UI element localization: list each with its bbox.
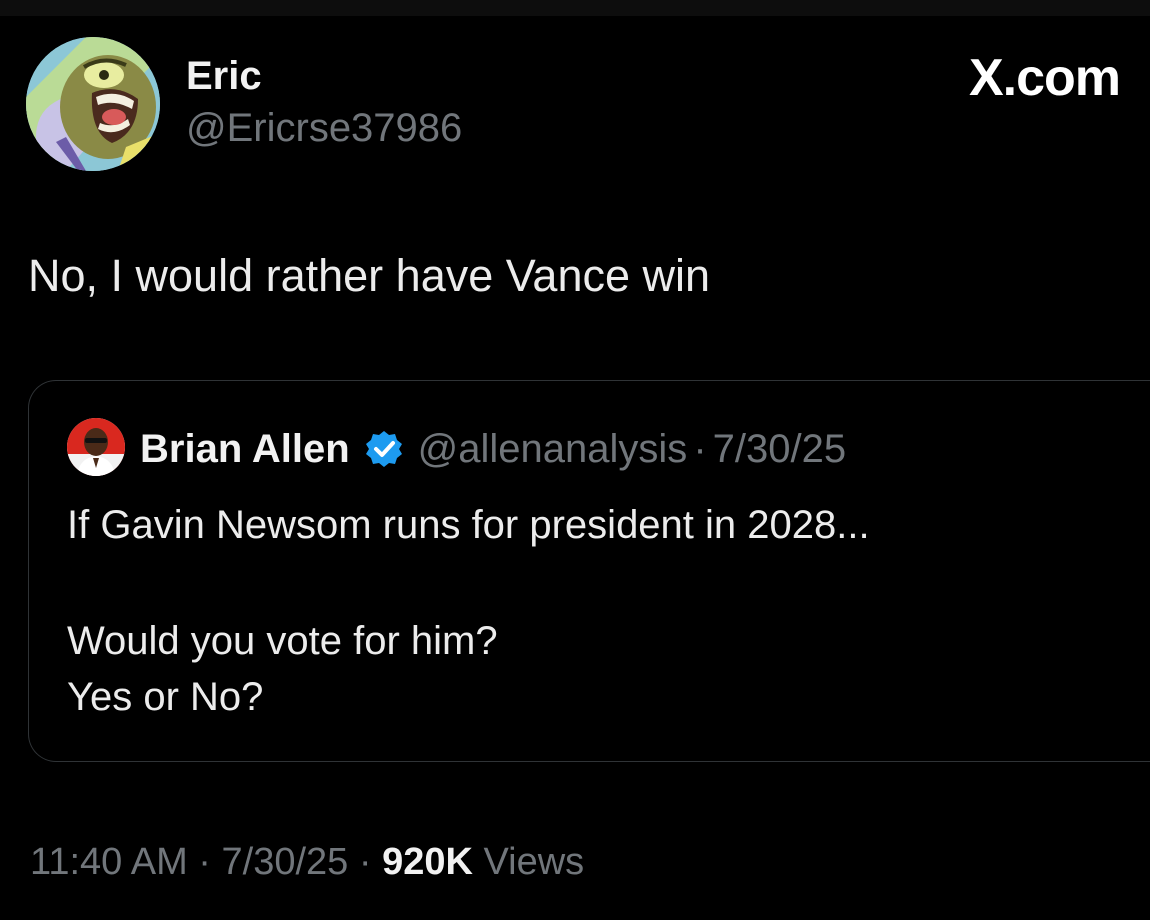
person-avatar-icon — [67, 418, 125, 476]
author-avatar[interactable] — [26, 37, 160, 171]
views-count[interactable]: 920K — [382, 841, 473, 883]
tweet-meta: 11:40 AM · 7/30/25 · 920K Views — [30, 838, 584, 886]
tweet-text: No, I would rather have Vance win — [28, 250, 711, 301]
quoted-tweet-line: If Gavin Newsom runs for president in 20… — [67, 503, 870, 547]
x-brand-logo: X.com — [968, 49, 1121, 107]
separator-dot: · — [693, 426, 707, 471]
author-handle[interactable]: @Ericrse37986 — [186, 104, 462, 152]
quoted-tweet-line: Yes or No? — [67, 675, 264, 719]
quoted-author-name[interactable]: Brian Allen — [140, 427, 350, 472]
tweet-date[interactable]: 7/30/25 — [222, 841, 349, 883]
separator-dot: · — [198, 841, 211, 883]
separator-dot: · — [358, 841, 372, 883]
quoted-tweet-header: Brian Allen @allenanalysis · 7/30/25 — [140, 425, 846, 473]
quoted-tweet-date[interactable]: 7/30/25 — [713, 427, 846, 472]
cartoon-fish-avatar-icon — [26, 37, 160, 171]
quoted-author-avatar[interactable] — [67, 418, 125, 476]
quoted-tweet-line: Would you vote for him? — [67, 619, 498, 663]
author-name[interactable]: Eric — [186, 52, 262, 100]
quoted-author-handle[interactable]: @allenanalysis — [418, 427, 688, 472]
tweet-time[interactable]: 11:40 AM — [30, 841, 188, 883]
views-label: Views — [483, 841, 585, 883]
quoted-tweet-card[interactable]: Brian Allen @allenanalysis · 7/30/25 If … — [28, 380, 1150, 762]
verified-badge-icon — [365, 431, 402, 467]
top-status-strip — [0, 0, 1150, 16]
